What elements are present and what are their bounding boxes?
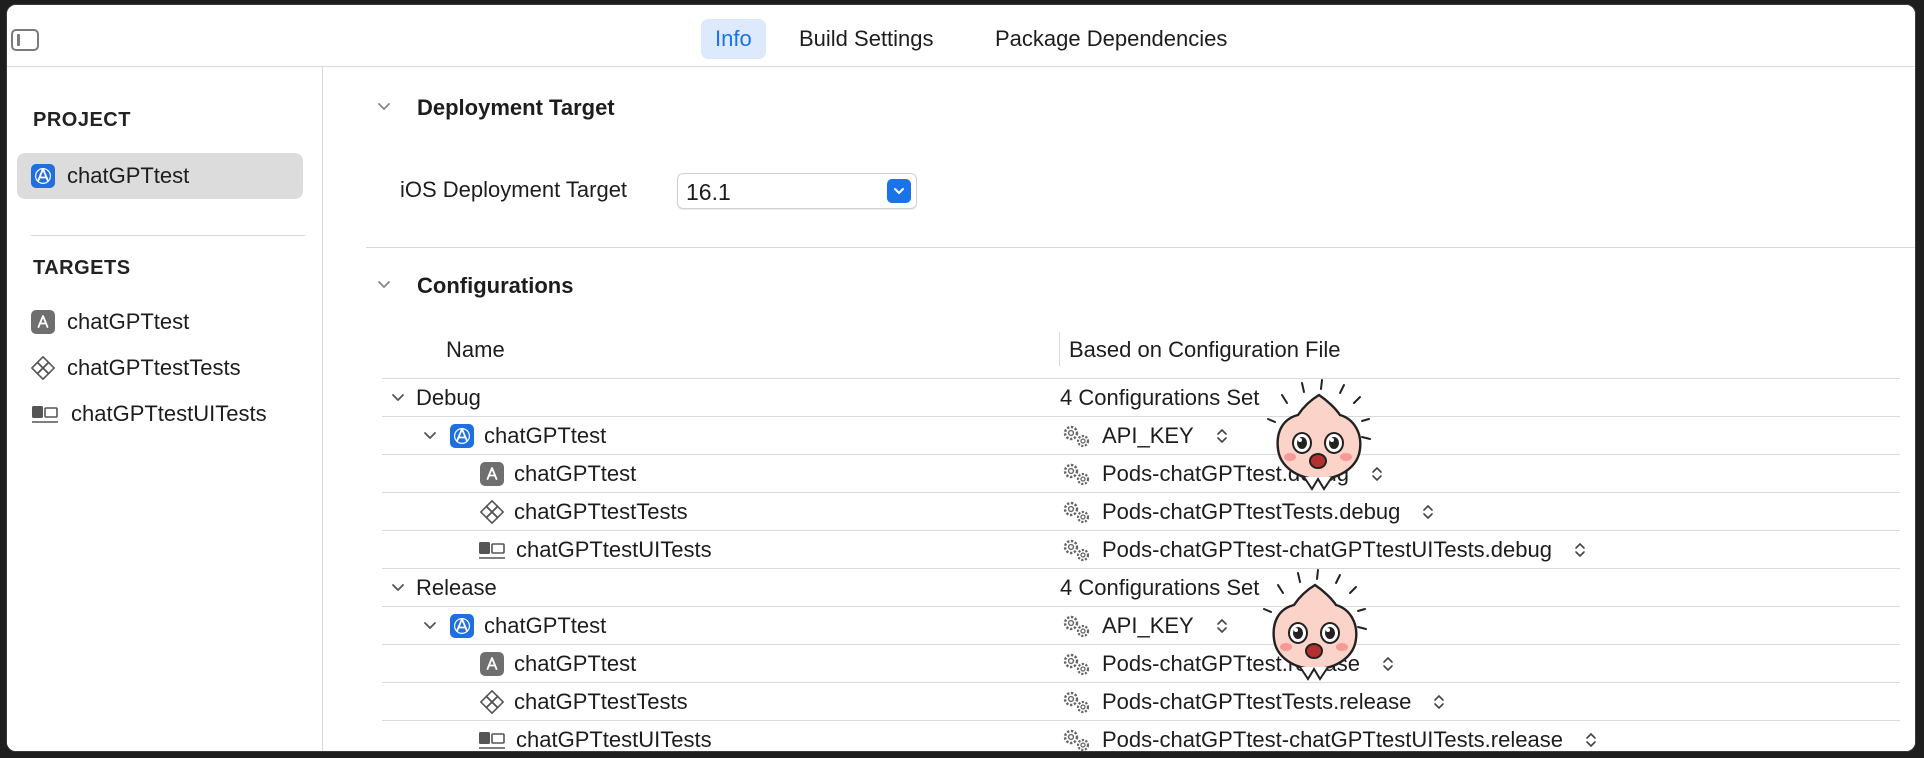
config-project-row[interactable]: chatGPTtest API_KEY bbox=[382, 416, 1900, 454]
chevron-down-icon[interactable] bbox=[376, 277, 392, 293]
app-target-icon bbox=[480, 651, 504, 676]
chevron-down-icon[interactable] bbox=[376, 99, 392, 115]
config-file-select[interactable]: Pods-chatGPTtest-chatGPTtestUITests.debu… bbox=[1060, 531, 1586, 568]
config-target-row[interactable]: chatGPTtest Pods-chatGPTtest.debug bbox=[382, 454, 1900, 492]
project-icon bbox=[31, 164, 55, 188]
config-group-name: Debug bbox=[416, 384, 481, 410]
config-file-name: API_KEY bbox=[1102, 612, 1194, 638]
tab-info[interactable]: Info bbox=[701, 19, 766, 59]
gear-icon bbox=[1060, 498, 1094, 526]
peach-sticker-icon bbox=[1267, 379, 1371, 491]
stepper-chevrons-icon bbox=[1383, 656, 1393, 671]
stepper-chevrons-icon bbox=[1216, 428, 1227, 443]
config-project-row[interactable]: chatGPTtest API_KEY bbox=[382, 606, 1900, 644]
section-divider bbox=[366, 247, 1915, 248]
stepper-chevrons-icon bbox=[1434, 694, 1445, 709]
config-file-name: API_KEY bbox=[1102, 422, 1194, 448]
ios-deployment-target-select[interactable]: 16.1 bbox=[677, 173, 917, 209]
ui-test-icon bbox=[478, 729, 506, 751]
config-file-name: Pods-chatGPTtest-chatGPTtestUITests.rele… bbox=[1102, 726, 1563, 752]
config-summary: 4 Configurations Set bbox=[1060, 574, 1260, 600]
config-file-name: Pods-chatGPTtest-chatGPTtestUITests.debu… bbox=[1102, 536, 1552, 562]
targets-heading: TARGETS bbox=[33, 257, 131, 279]
gear-icon bbox=[1060, 650, 1094, 678]
sidebar-item-target-uitests[interactable]: chatGPTtestUITests bbox=[17, 391, 303, 437]
config-item-label: chatGPTtestTests bbox=[514, 688, 688, 714]
gear-icon bbox=[1060, 612, 1094, 640]
sidebar-item-label: chatGPTtestUITests bbox=[71, 401, 267, 426]
config-item-label: chatGPTtest bbox=[514, 650, 637, 676]
peach-sticker-icon bbox=[1263, 569, 1367, 681]
config-target-row[interactable]: chatGPTtestUITests Pods-chatGPTtest-chat… bbox=[382, 720, 1900, 752]
unit-test-icon bbox=[479, 689, 505, 714]
chevron-down-icon bbox=[887, 179, 911, 203]
column-separator bbox=[1059, 332, 1060, 366]
config-item-label: chatGPTtestUITests bbox=[516, 536, 712, 562]
unit-test-icon bbox=[30, 355, 56, 381]
chevron-down-icon[interactable] bbox=[390, 580, 406, 596]
chevron-down-icon[interactable] bbox=[422, 428, 438, 444]
project-icon bbox=[450, 423, 474, 448]
gear-icon bbox=[1060, 726, 1094, 752]
sidebar-item-target-tests[interactable]: chatGPTtestTests bbox=[17, 345, 303, 391]
config-item-label: chatGPTtest bbox=[514, 460, 637, 486]
sidebar-divider bbox=[31, 235, 305, 236]
chevron-down-icon[interactable] bbox=[422, 618, 438, 634]
column-header-config-file[interactable]: Based on Configuration File bbox=[1069, 337, 1341, 363]
stepper-chevrons-icon bbox=[1575, 542, 1585, 557]
app-target-icon bbox=[480, 461, 504, 486]
editor-tab-bar: Info Build Settings Package Dependencies bbox=[7, 5, 1915, 67]
section-title-deployment: Deployment Target bbox=[417, 95, 615, 120]
config-target-row[interactable]: chatGPTtestTests Pods-chatGPTtestTests.r… bbox=[382, 682, 1900, 720]
config-file-select[interactable]: API_KEY bbox=[1060, 417, 1228, 454]
config-item-label: chatGPTtestTests bbox=[514, 498, 688, 524]
unit-test-icon bbox=[479, 499, 505, 524]
app-target-icon bbox=[31, 310, 55, 334]
section-title-configurations: Configurations bbox=[417, 273, 574, 298]
gear-icon bbox=[1060, 422, 1094, 450]
project-heading: PROJECT bbox=[33, 109, 131, 131]
project-icon bbox=[450, 613, 474, 638]
info-editor: Deployment Target iOS Deployment Target … bbox=[324, 67, 1915, 752]
xcode-window: Info Build Settings Package Dependencies… bbox=[6, 4, 1916, 752]
project-sidebar: PROJECT chatGPTtest TARGETS chatGPTtest … bbox=[7, 67, 323, 751]
config-target-row[interactable]: chatGPTtestUITests Pods-chatGPTtest-chat… bbox=[382, 530, 1900, 568]
column-header-name[interactable]: Name bbox=[446, 337, 505, 363]
config-group-row-debug[interactable]: Debug 4 Configurations Set bbox=[382, 378, 1900, 416]
ui-test-icon bbox=[31, 403, 59, 425]
sidebar-item-label: chatGPTtest bbox=[67, 309, 190, 334]
gear-icon bbox=[1060, 460, 1094, 488]
ios-deployment-target-label: iOS Deployment Target bbox=[400, 177, 628, 202]
config-target-row[interactable]: chatGPTtestTests Pods-chatGPTtestTests.d… bbox=[382, 492, 1900, 530]
chevron-down-icon[interactable] bbox=[390, 390, 406, 406]
select-value: 16.1 bbox=[686, 179, 731, 205]
sidebar-item-label: chatGPTtest bbox=[67, 163, 190, 188]
gear-icon bbox=[1060, 688, 1094, 716]
config-item-label: chatGPTtestUITests bbox=[516, 726, 712, 752]
sidebar-item-target-app[interactable]: chatGPTtest bbox=[17, 299, 303, 345]
ui-test-icon bbox=[478, 539, 506, 561]
stepper-chevrons-icon bbox=[1216, 618, 1227, 633]
sidebar-item-project[interactable]: chatGPTtest bbox=[17, 153, 303, 199]
tab-package-dependencies[interactable]: Package Dependencies bbox=[981, 19, 1241, 59]
config-item-label: chatGPTtest bbox=[484, 422, 607, 448]
config-file-select[interactable]: API_KEY bbox=[1060, 607, 1228, 644]
tab-build-settings[interactable]: Build Settings bbox=[785, 19, 948, 59]
config-target-row[interactable]: chatGPTtest Pods-chatGPTtest.release bbox=[382, 644, 1900, 682]
config-group-name: Release bbox=[416, 574, 497, 600]
sidebar-item-label: chatGPTtestTests bbox=[67, 355, 241, 380]
stepper-chevrons-icon bbox=[1423, 504, 1434, 519]
config-item-label: chatGPTtest bbox=[484, 612, 607, 638]
config-summary: 4 Configurations Set bbox=[1060, 384, 1260, 410]
gear-icon bbox=[1060, 536, 1094, 564]
config-file-select[interactable]: Pods-chatGPTtest-chatGPTtestUITests.rele… bbox=[1060, 721, 1597, 752]
tabs: Info Build Settings Package Dependencies bbox=[7, 19, 1915, 59]
config-group-row-release[interactable]: Release 4 Configurations Set bbox=[382, 568, 1900, 606]
stepper-chevrons-icon bbox=[1586, 732, 1596, 747]
